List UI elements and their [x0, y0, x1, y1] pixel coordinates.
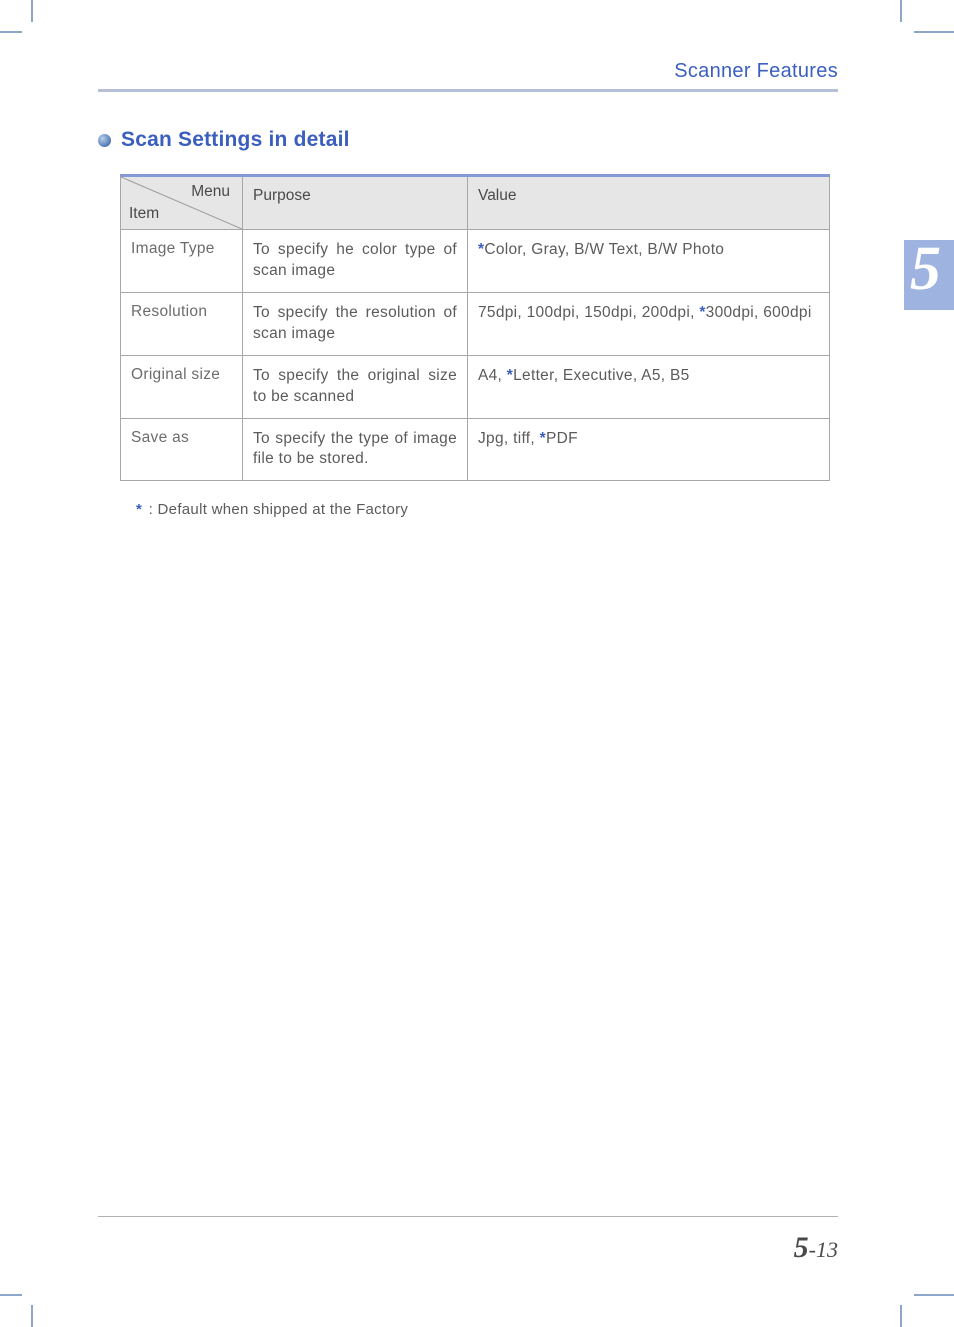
page-number-page: 13 — [816, 1237, 838, 1262]
settings-table: Menu Item Purpose Value Image Type To sp… — [120, 174, 830, 481]
table-row: Original size To specify the original si… — [121, 355, 830, 418]
section-heading: Scan Settings in detail — [98, 128, 838, 152]
crop-mark — [31, 0, 33, 22]
footnote-star-icon: * — [136, 501, 142, 518]
cell-purpose: To specify the type of image file to be … — [243, 418, 468, 481]
crop-mark — [0, 31, 22, 33]
value-text: 75dpi, 100dpi, 150dpi, 200dpi, — [478, 304, 699, 321]
col-purpose-header: Purpose — [243, 176, 468, 230]
cell-purpose: To specify the original size to be scann… — [243, 355, 468, 418]
settings-table-wrap: Menu Item Purpose Value Image Type To sp… — [120, 174, 838, 518]
table-row: Resolution To specify the resolution of … — [121, 292, 830, 355]
crop-mark — [914, 31, 954, 33]
cell-purpose: To specify the resolution of scan image — [243, 292, 468, 355]
footer-rule — [98, 1216, 838, 1218]
cell-purpose: To specify he color type of scan image — [243, 230, 468, 293]
cell-item: Resolution — [121, 292, 243, 355]
crop-mark — [900, 1305, 902, 1327]
value-text: Letter, Executive, A5, B5 — [513, 367, 689, 384]
diag-bottom-label: Item — [129, 205, 159, 223]
value-text: Color, Gray, B/W Text, B/W Photo — [484, 241, 724, 258]
diag-header-cell: Menu Item — [121, 176, 243, 230]
page-number: 5-13 — [794, 1231, 838, 1265]
crop-mark — [900, 0, 902, 22]
crop-mark — [914, 1294, 954, 1296]
page-number-chapter: 5 — [794, 1231, 809, 1264]
cell-item: Image Type — [121, 230, 243, 293]
cell-value: Jpg, tiff, *PDF — [468, 418, 830, 481]
table-header-row: Menu Item Purpose Value — [121, 176, 830, 230]
footnote: * : Default when shipped at the Factory — [136, 501, 838, 518]
cell-value: A4, *Letter, Executive, A5, B5 — [468, 355, 830, 418]
diag-top-label: Menu — [191, 183, 230, 201]
running-header: Scanner Features — [98, 60, 838, 83]
cell-value: 75dpi, 100dpi, 150dpi, 200dpi, *300dpi, … — [468, 292, 830, 355]
header-rule — [98, 89, 838, 92]
chapter-tab: 5 — [904, 240, 954, 310]
value-text: A4, — [478, 367, 507, 384]
table-row: Save as To specify the type of image fil… — [121, 418, 830, 481]
crop-mark — [0, 1294, 22, 1296]
section-heading-text: Scan Settings in detail — [121, 128, 350, 152]
col-value-header: Value — [468, 176, 830, 230]
cell-value: *Color, Gray, B/W Text, B/W Photo — [468, 230, 830, 293]
page-number-sep: - — [809, 1237, 816, 1262]
value-text: 300dpi, 600dpi — [706, 304, 812, 321]
page-content: Scanner Features Scan Settings in detail… — [98, 60, 838, 1270]
bullet-icon — [98, 134, 111, 147]
value-text: PDF — [546, 430, 578, 447]
table-row: Image Type To specify he color type of s… — [121, 230, 830, 293]
cell-item: Save as — [121, 418, 243, 481]
cell-item: Original size — [121, 355, 243, 418]
chapter-number: 5 — [910, 234, 941, 305]
value-text: Jpg, tiff, — [478, 430, 540, 447]
footnote-text: : Default when shipped at the Factory — [144, 501, 408, 518]
crop-mark — [31, 1305, 33, 1327]
